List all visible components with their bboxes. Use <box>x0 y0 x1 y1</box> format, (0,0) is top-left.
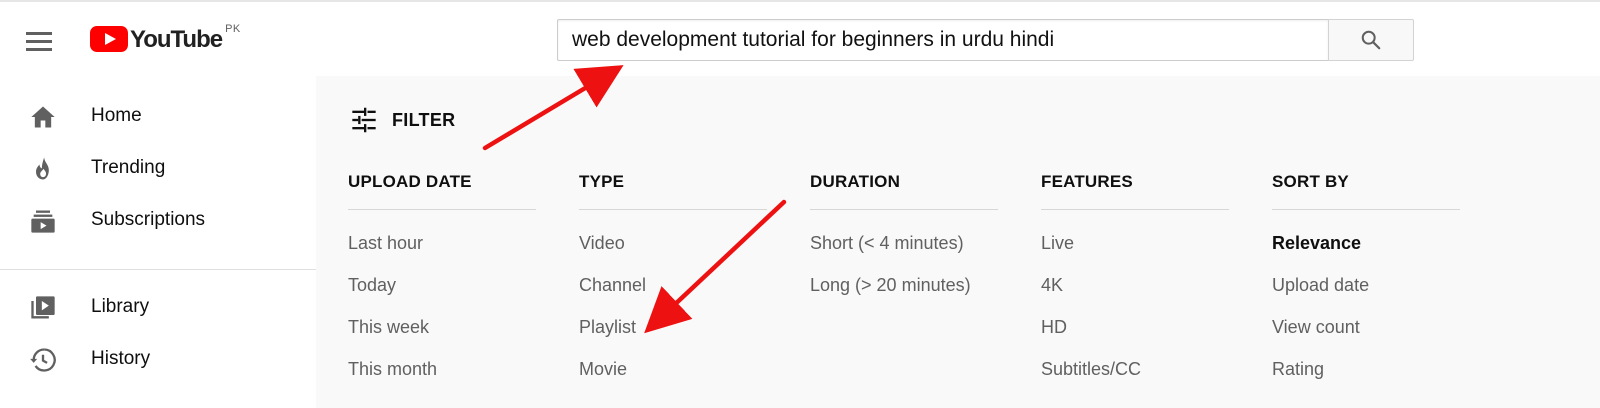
filter-column-header: DURATION <box>810 172 901 191</box>
hamburger-bar <box>26 47 52 51</box>
filter-column-features: FEATURES Live 4K HD Subtitles/CC <box>1041 172 1229 379</box>
sidebar-item-history[interactable]: History <box>0 333 316 385</box>
sidebar-item-subscriptions[interactable]: Subscriptions <box>0 194 316 246</box>
search-button[interactable] <box>1328 19 1414 61</box>
column-divider <box>348 209 536 210</box>
filter-option-playlist[interactable]: Playlist <box>579 317 636 338</box>
search-icon <box>1361 30 1381 50</box>
home-icon <box>28 102 58 132</box>
filter-option[interactable]: Last hour <box>348 233 423 254</box>
guide-menu-button[interactable] <box>26 24 60 58</box>
library-icon <box>28 293 58 323</box>
filter-option[interactable]: HD <box>1041 317 1067 338</box>
column-divider <box>1272 209 1460 210</box>
column-divider <box>579 209 767 210</box>
filter-option[interactable]: Movie <box>579 359 627 380</box>
sidebar-item-label: Subscriptions <box>91 209 206 230</box>
filter-column-header: TYPE <box>579 172 625 191</box>
sidebar-item-label: Library <box>91 296 150 317</box>
filter-option[interactable]: This week <box>348 317 429 338</box>
hamburger-bar <box>26 31 52 35</box>
sort-option[interactable]: Upload date <box>1272 275 1369 296</box>
sidebar-divider <box>0 269 316 270</box>
filter-column-duration: DURATION Short (< 4 minutes) Long (> 20 … <box>810 172 998 295</box>
filter-option[interactable]: Subtitles/CC <box>1041 359 1141 380</box>
filter-sliders-icon <box>352 107 376 133</box>
masthead: YouTube PK web development tutorial for … <box>0 2 1600 76</box>
filter-option[interactable]: Today <box>348 275 396 296</box>
country-code: PK <box>225 23 241 35</box>
filter-option[interactable]: This month <box>348 359 437 380</box>
sidebar-item-home[interactable]: Home <box>0 90 316 142</box>
filter-option[interactable]: Short (< 4 minutes) <box>810 233 964 254</box>
youtube-play-icon <box>90 26 128 52</box>
filter-column-header: SORT BY <box>1272 172 1349 191</box>
youtube-logo[interactable]: YouTube PK <box>90 23 241 56</box>
sidebar-item-label: Home <box>91 105 142 126</box>
sort-option[interactable]: View count <box>1272 317 1360 338</box>
search-input[interactable]: web development tutorial for beginners i… <box>557 19 1329 61</box>
column-divider <box>810 209 998 210</box>
hamburger-bar <box>26 39 52 43</box>
trending-icon <box>28 154 58 184</box>
filter-toggle-button[interactable]: FILTER <box>350 105 455 135</box>
sidebar-item-trending[interactable]: Trending <box>0 142 316 194</box>
sidebar-item-label: History <box>91 348 151 369</box>
sort-option[interactable]: Rating <box>1272 359 1324 380</box>
sidebar-item-label: Trending <box>91 157 166 178</box>
filter-column-type: TYPE Video Channel Playlist Movie <box>579 172 767 379</box>
filter-option[interactable]: Long (> 20 minutes) <box>810 275 971 296</box>
filter-label: FILTER <box>392 109 456 130</box>
filter-column-header: FEATURES <box>1041 172 1133 191</box>
subscriptions-icon <box>28 206 58 236</box>
sidebar-item-library[interactable]: Library <box>0 281 316 333</box>
filter-option[interactable]: 4K <box>1041 275 1063 296</box>
filter-option[interactable]: Video <box>579 233 625 254</box>
filter-column-sort-by: SORT BY Relevance Upload date View count… <box>1272 172 1460 379</box>
column-divider <box>1041 209 1229 210</box>
search-filter-panel: FILTER UPLOAD DATE Last hour Today This … <box>316 76 1600 408</box>
logo-text: YouTube <box>130 26 223 53</box>
filter-column-header: UPLOAD DATE <box>348 172 472 191</box>
filter-option[interactable]: Channel <box>579 275 646 296</box>
filter-option[interactable]: Live <box>1041 233 1074 254</box>
history-icon <box>28 345 58 375</box>
sidebar: Home Trending Subscriptions Library Hist… <box>0 76 316 408</box>
filter-column-upload-date: UPLOAD DATE Last hour Today This week Th… <box>348 172 536 379</box>
sort-option-selected[interactable]: Relevance <box>1272 233 1361 254</box>
